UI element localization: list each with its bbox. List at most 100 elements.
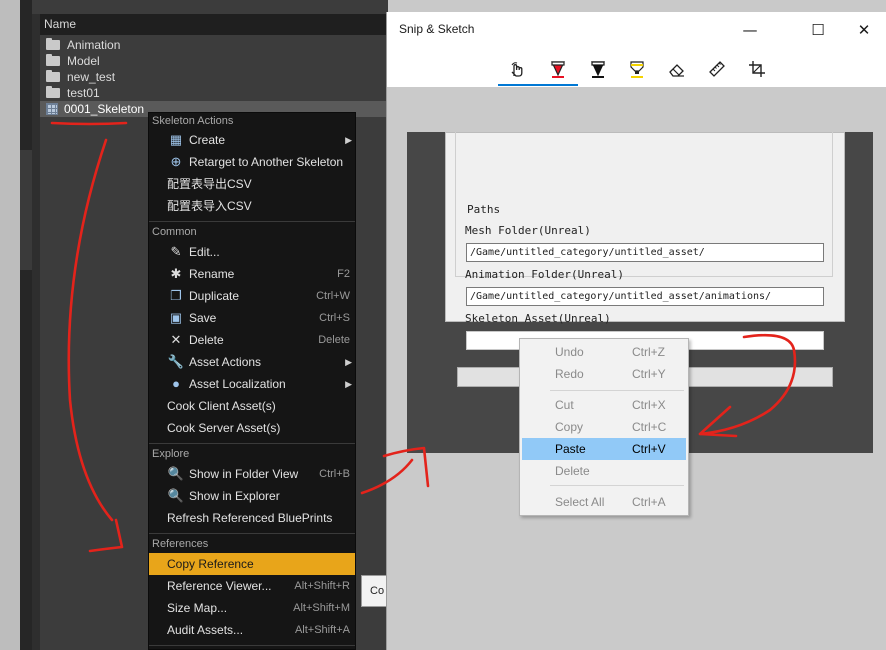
menu-item-cook-server[interactable]: Cook Server Asset(s)	[149, 417, 355, 439]
black-pencil-icon	[591, 61, 605, 78]
menu-item-shortcut: Alt+Shift+A	[294, 624, 350, 636]
ruler-icon	[709, 61, 725, 77]
menu-item-refresh-blueprints[interactable]: Refresh Referenced BluePrints	[149, 507, 355, 529]
menu-item-label: 配置表导入CSV	[167, 199, 252, 213]
menu-item-asset-localization[interactable]: ● Asset Localization ▶	[149, 373, 355, 395]
menu-item-reference-viewer[interactable]: Reference Viewer... Alt+Shift+R	[149, 575, 355, 597]
tree-item-model[interactable]: Model	[40, 53, 388, 69]
edit-menu-label: Delete	[555, 464, 590, 478]
tree-item-label: Model	[67, 54, 100, 68]
edit-menu-undo[interactable]: Undo Ctrl+Z	[522, 341, 686, 363]
edit-menu-shortcut: Ctrl+C	[632, 420, 667, 434]
crop-tool[interactable]	[738, 52, 776, 86]
section-references: References	[152, 538, 209, 550]
edit-menu-redo[interactable]: Redo Ctrl+Y	[522, 363, 686, 385]
eraser-icon	[669, 64, 684, 77]
menu-item-create[interactable]: ▦ Create ▶	[149, 129, 355, 151]
editor-splitter[interactable]	[20, 0, 32, 650]
menu-item-label: Copy Reference	[167, 557, 254, 571]
title-bar[interactable]: Snip & Sketch — ☐ ✕	[387, 12, 886, 48]
menu-separator	[149, 645, 355, 646]
eraser-tool[interactable]	[658, 52, 696, 86]
magnifier-icon: 🔍	[167, 488, 185, 503]
menu-item-label: 配置表导出CSV	[167, 177, 252, 191]
menu-item-copy-reference[interactable]: Copy Reference	[149, 553, 355, 575]
yellow-highlighter-icon	[630, 61, 644, 78]
rename-icon: ✱	[170, 266, 182, 281]
menu-item-shortcut: Ctrl+W	[316, 290, 350, 302]
mesh-folder-input[interactable]: /Game/untitled_category/untitled_asset/	[466, 243, 824, 262]
column-header-name[interactable]: Name	[40, 14, 388, 35]
menu-item-edit[interactable]: ✎ Edit...	[149, 241, 355, 263]
retarget-icon: ⊕	[170, 154, 182, 169]
menu-separator	[149, 533, 355, 534]
ruler-tool[interactable]	[698, 52, 736, 86]
menu-item-label: Reference Viewer...	[167, 579, 272, 593]
submenu-arrow-icon: ▶	[345, 379, 352, 389]
menu-item-cook-client[interactable]: Cook Client Asset(s)	[149, 395, 355, 417]
edit-menu-label: Cut	[555, 398, 574, 412]
animation-folder-label: Animation Folder(Unreal)	[465, 268, 624, 281]
menu-item-delete[interactable]: ✕ Delete Delete	[149, 329, 355, 351]
menu-separator	[149, 221, 355, 222]
menu-separator	[149, 443, 355, 444]
edit-menu-cut[interactable]: Cut Ctrl+X	[522, 394, 686, 416]
menu-item-duplicate[interactable]: ❐ Duplicate Ctrl+W	[149, 285, 355, 307]
mesh-folder-label: Mesh Folder(Unreal)	[465, 224, 591, 237]
section-explore: Explore	[152, 448, 190, 460]
menu-item-size-map[interactable]: Size Map... Alt+Shift+M	[149, 597, 355, 619]
menu-item-save[interactable]: ▣ Save Ctrl+S	[149, 307, 355, 329]
menu-item-show-folder-view[interactable]: 🔍 Show in Folder View Ctrl+B	[149, 463, 355, 485]
ballpoint-pen-tool[interactable]	[539, 52, 577, 86]
menu-item-label: Show in Folder View	[189, 467, 299, 481]
edit-menu-label: Select All	[555, 495, 605, 509]
menu-item-audit-assets[interactable]: Audit Assets... Alt+Shift+A	[149, 619, 355, 641]
menu-item-label: Create	[189, 133, 226, 147]
submenu-arrow-icon: ▶	[345, 135, 352, 145]
menu-item-shortcut: Ctrl+S	[319, 312, 350, 324]
edit-menu-paste[interactable]: Paste Ctrl+V	[522, 438, 686, 460]
close-button[interactable]: ✕	[841, 12, 886, 48]
menu-item-show-explorer[interactable]: 🔍 Show in Explorer	[149, 485, 355, 507]
edit-menu-separator	[550, 485, 684, 486]
menu-item-rename[interactable]: ✱ Rename F2	[149, 263, 355, 285]
folder-icon	[46, 54, 60, 66]
skeleton-asset-label: Skeleton Asset(Unreal)	[465, 312, 611, 325]
content-browser-edge	[32, 14, 40, 650]
minimize-button[interactable]: —	[727, 12, 773, 48]
tree-item-new-test[interactable]: new_test	[40, 69, 388, 85]
edit-menu-shortcut: Ctrl+V	[632, 442, 666, 456]
menu-item-import-csv[interactable]: 配置表导入CSV	[149, 195, 355, 217]
window-title: Snip & Sketch	[399, 22, 475, 36]
tree-item-test01[interactable]: test01	[40, 85, 388, 101]
skeleton-asset-icon	[46, 103, 58, 115]
tree-item-animation[interactable]: Animation	[40, 37, 388, 53]
highlighter-tool[interactable]	[618, 52, 656, 86]
asset-context-menu: Skeleton Actions ▦ Create ▶ ⊕ Retarget t…	[148, 112, 356, 650]
tooltip-fragment: Co	[361, 575, 388, 607]
edit-menu-delete[interactable]: Delete	[522, 460, 686, 482]
menu-item-label: Edit...	[189, 245, 220, 259]
menu-item-shortcut: Ctrl+B	[319, 468, 350, 480]
edit-menu-select-all[interactable]: Select All Ctrl+A	[522, 491, 686, 513]
menu-item-shortcut: Alt+Shift+M	[293, 602, 350, 614]
menu-item-label: Cook Client Asset(s)	[167, 399, 276, 413]
maximize-button[interactable]: ☐	[795, 12, 841, 48]
snip-sketch-window: Snip & Sketch — ☐ ✕ Paths Mesh Folder(Un…	[386, 12, 886, 650]
edit-menu-label: Paste	[555, 442, 586, 456]
red-pen-icon	[551, 61, 565, 78]
menu-item-label: Size Map...	[167, 601, 228, 615]
tree-item-label: test01	[67, 86, 100, 100]
save-icon: ▣	[169, 310, 183, 325]
edit-menu-label: Copy	[555, 420, 584, 434]
group-title: Paths	[467, 203, 501, 216]
edit-menu-copy[interactable]: Copy Ctrl+C	[522, 416, 686, 438]
menu-item-export-csv[interactable]: 配置表导出CSV	[149, 173, 355, 195]
menu-item-asset-actions[interactable]: 🔧 Asset Actions ▶	[149, 351, 355, 373]
menu-item-retarget[interactable]: ⊕ Retarget to Another Skeleton	[149, 151, 355, 173]
edit-menu-shortcut: Ctrl+X	[632, 398, 666, 412]
animation-folder-input[interactable]: /Game/untitled_category/untitled_asset/a…	[466, 287, 824, 306]
pencil-tool[interactable]	[579, 52, 617, 86]
tree-item-label: Animation	[67, 38, 121, 52]
touch-writing-tool[interactable]	[498, 52, 578, 86]
